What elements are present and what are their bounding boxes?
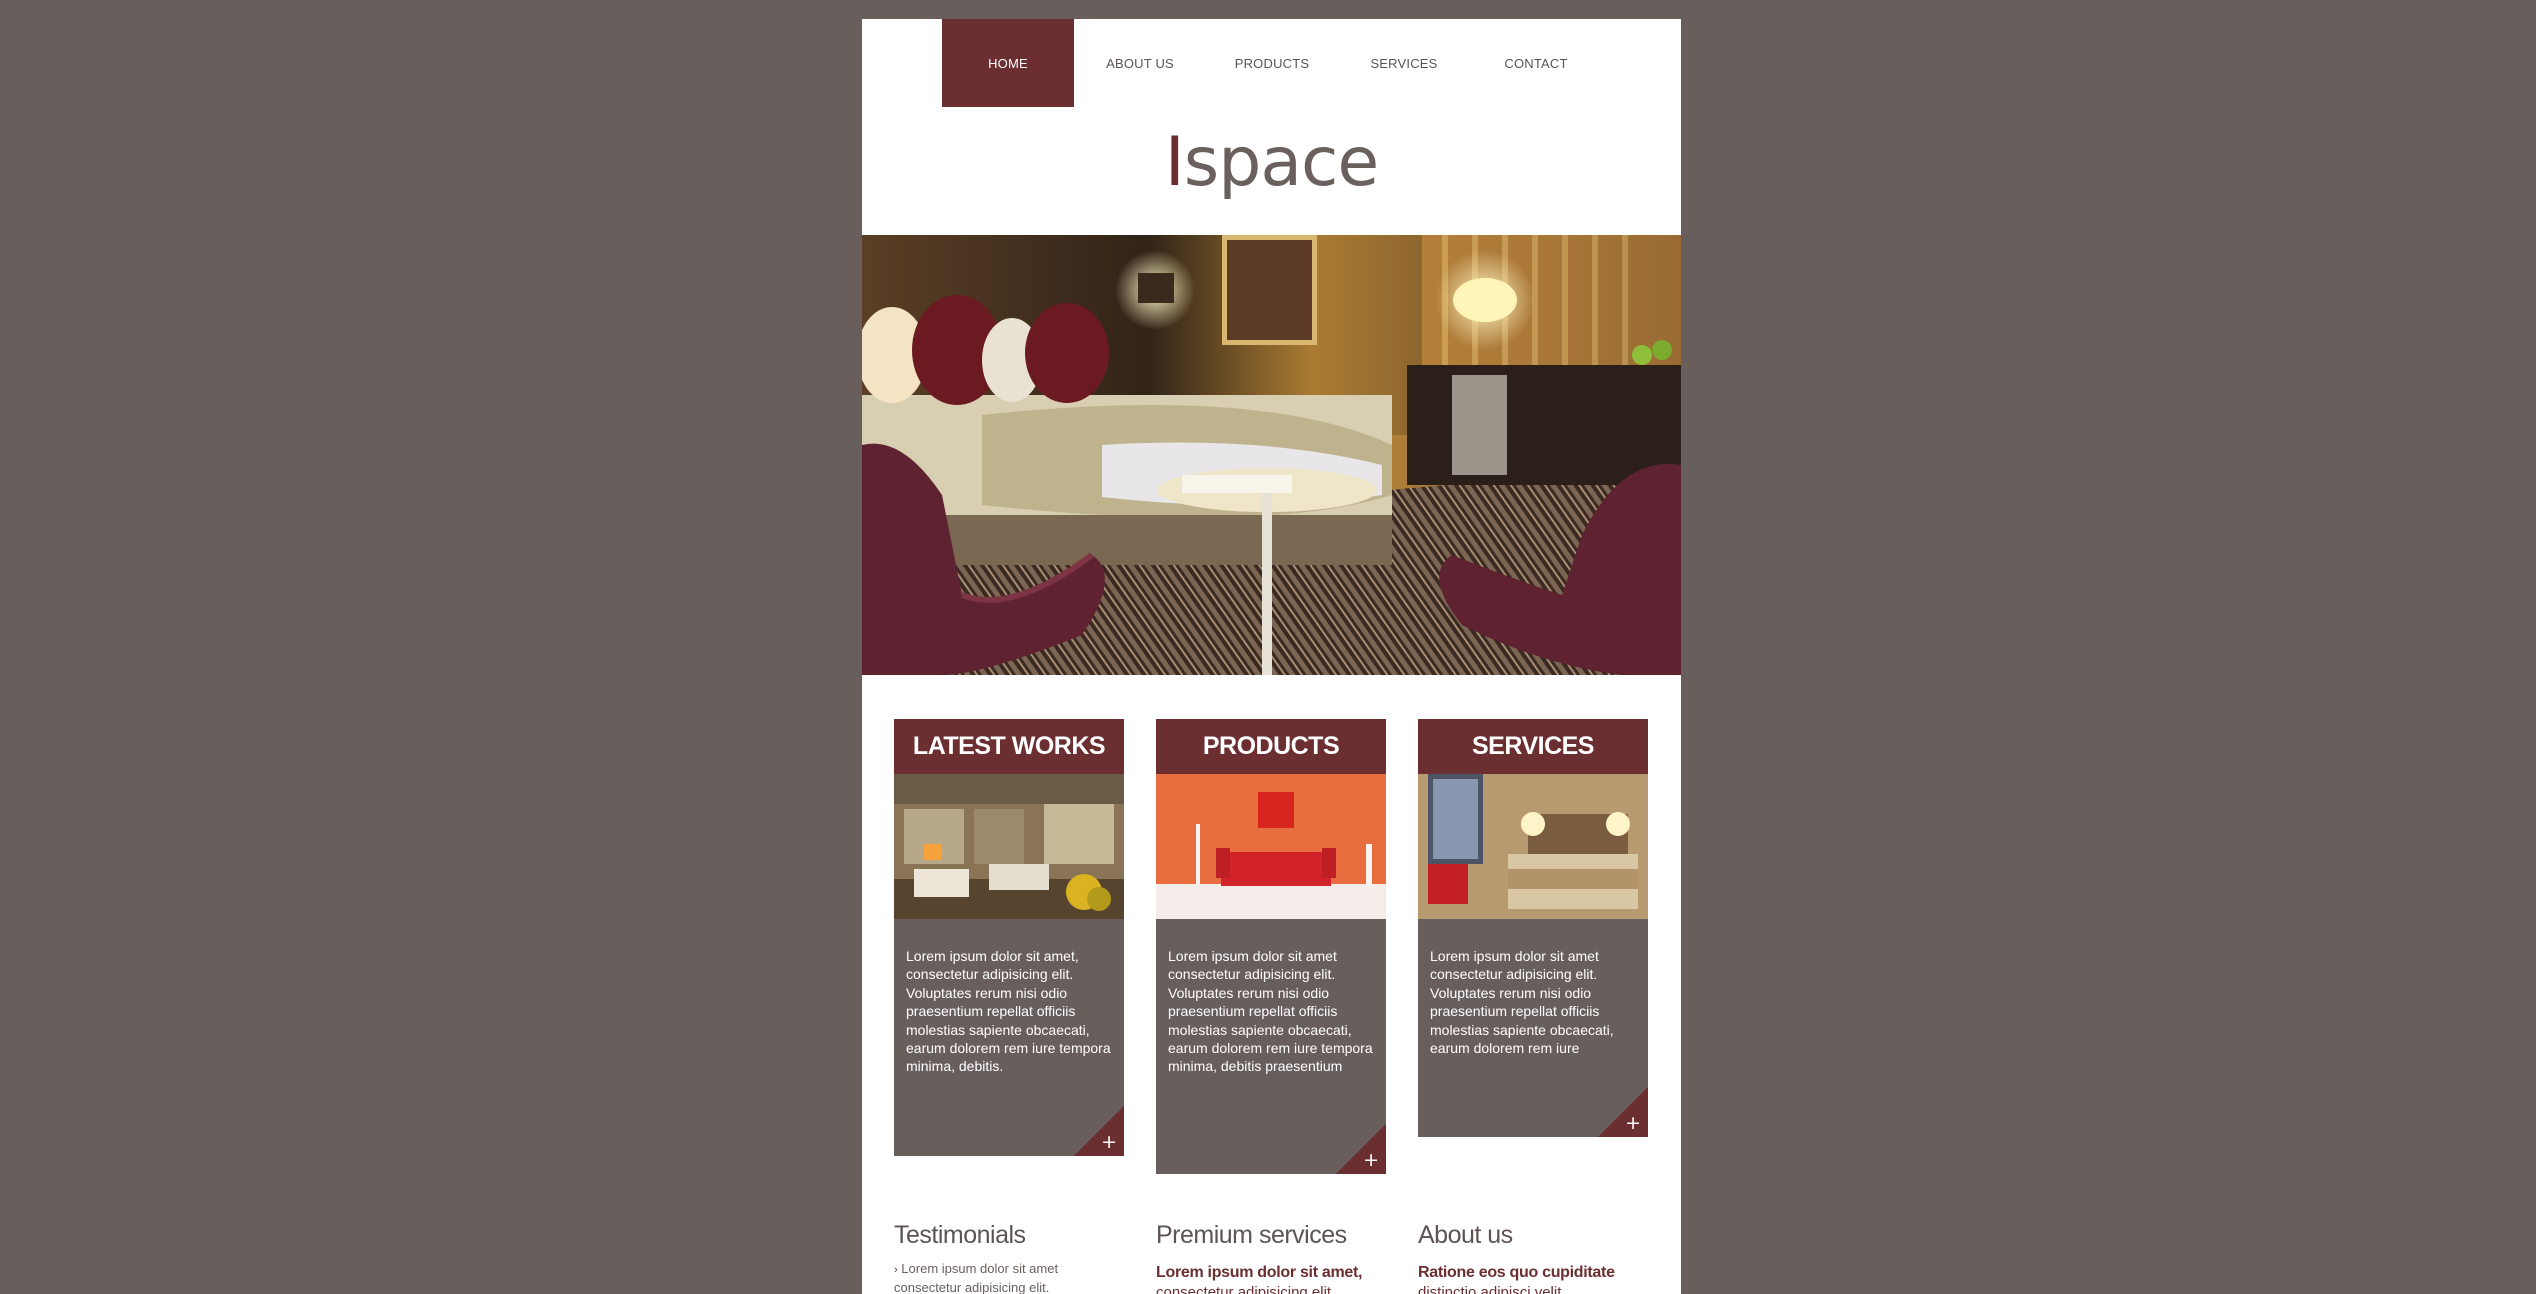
nav-about-us[interactable]: ABOUT US xyxy=(1074,19,1206,107)
column-title: PRODUCTS xyxy=(1156,719,1386,774)
latest-works-image xyxy=(894,774,1124,919)
more-button[interactable]: + xyxy=(1336,1124,1386,1174)
testimonial-item: › Lorem ipsum dolor sit amet consectetur… xyxy=(894,1260,1134,1294)
testimonials-section: Testimonials › Lorem ipsum dolor sit ame… xyxy=(894,1221,1134,1294)
page-container: HOME ABOUT US PRODUCTS SERVICES CONTACT … xyxy=(862,19,1681,1294)
plus-icon: + xyxy=(1363,1149,1379,1171)
logo-rest: space xyxy=(1183,123,1379,202)
column-title: LATEST WORKS xyxy=(894,719,1124,774)
chevron-right-icon: › xyxy=(894,1264,898,1276)
nav-contact[interactable]: CONTACT xyxy=(1470,19,1602,107)
services-image xyxy=(1418,774,1648,919)
column-body: Lorem ipsum dolor sit amet consectetur a… xyxy=(1418,919,1648,1137)
about-us-title: About us xyxy=(1418,1221,1513,1249)
premium-services-subtitle-2: consectetur adipisicing elit. xyxy=(1156,1284,1336,1294)
column-services: SERVICES Lorem ipsum dolor sit amet cons… xyxy=(1418,719,1648,1137)
plus-icon: + xyxy=(1101,1131,1117,1153)
plus-icon: + xyxy=(1625,1112,1641,1134)
about-us-subtitle-2: distinctio adipisci velit. xyxy=(1418,1284,1566,1294)
column-latest-works: LATEST WORKS Lorem ipsum dolor sit amet,… xyxy=(894,719,1124,1156)
nav-home[interactable]: HOME xyxy=(942,19,1074,107)
column-title: SERVICES xyxy=(1418,719,1648,774)
testimonial-line-1: Lorem ipsum dolor sit amet xyxy=(901,1261,1059,1276)
column-products: PRODUCTS Lorem ipsum dolor sit amet cons… xyxy=(1156,719,1386,1174)
logo-first-letter: I xyxy=(1164,123,1185,202)
main-nav: HOME ABOUT US PRODUCTS SERVICES CONTACT xyxy=(942,19,1602,107)
nav-services[interactable]: SERVICES xyxy=(1338,19,1470,107)
column-text: Lorem ipsum dolor sit amet, consectetur … xyxy=(906,948,1111,1075)
column-body: Lorem ipsum dolor sit amet consectetur a… xyxy=(1156,919,1386,1174)
column-body: Lorem ipsum dolor sit amet, consectetur … xyxy=(894,919,1124,1156)
more-button[interactable]: + xyxy=(1074,1106,1124,1156)
hero-image-bedroom xyxy=(862,235,1681,675)
testimonial-line-2: consectetur adipisicing elit. xyxy=(894,1280,1050,1294)
premium-services-title: Premium services xyxy=(1156,1221,1347,1249)
testimonials-title: Testimonials xyxy=(894,1221,1026,1249)
about-us-section: About us Ratione eos quo cupiditate dist… xyxy=(1418,1221,1658,1294)
premium-services-section: Premium services Lorem ipsum dolor sit a… xyxy=(1156,1221,1396,1294)
column-text: Lorem ipsum dolor sit amet consectetur a… xyxy=(1168,948,1373,1075)
nav-products[interactable]: PRODUCTS xyxy=(1206,19,1338,107)
more-button[interactable]: + xyxy=(1598,1087,1648,1137)
site-logo[interactable]: Ispace xyxy=(862,129,1681,197)
products-image xyxy=(1156,774,1386,919)
about-us-subtitle: Ratione eos quo cupiditate xyxy=(1418,1264,1615,1281)
premium-services-subtitle: Lorem ipsum dolor sit amet, xyxy=(1156,1264,1363,1281)
column-text: Lorem ipsum dolor sit amet consectetur a… xyxy=(1430,948,1614,1057)
